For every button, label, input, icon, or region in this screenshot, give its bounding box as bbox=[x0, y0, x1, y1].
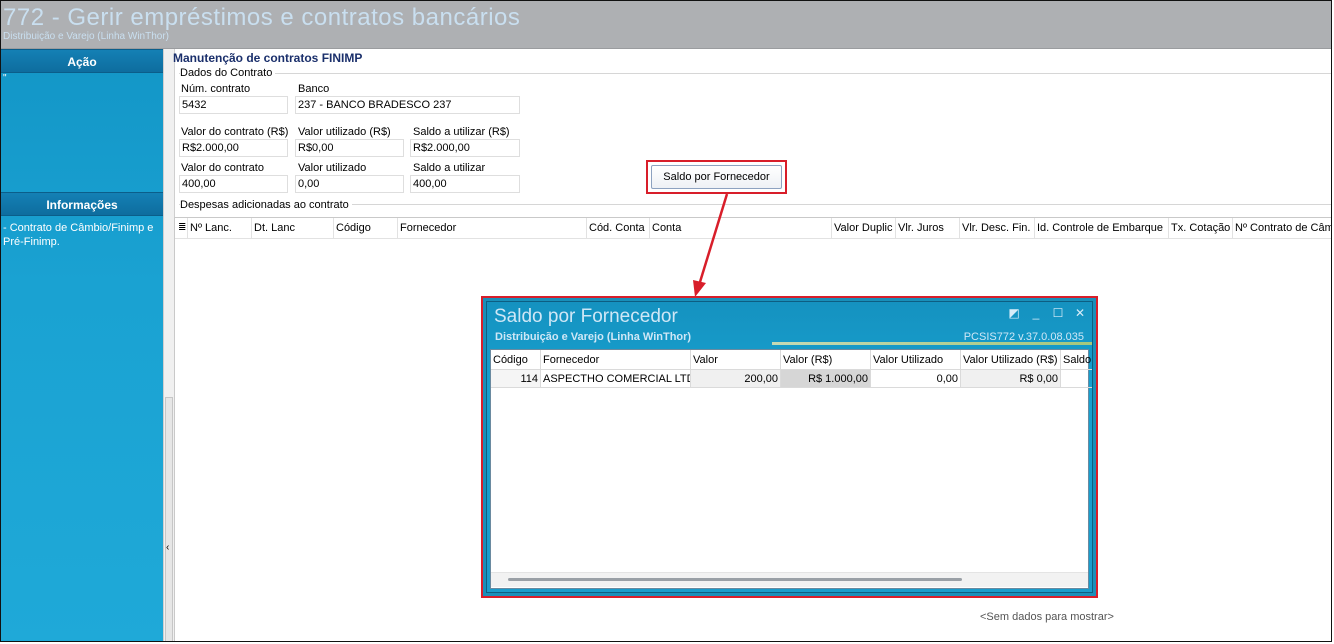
popup-grid[interactable]: Código Fornecedor Valor Valor (R$) Valor… bbox=[491, 350, 1092, 587]
valor-utilizado-rs-label: Valor utilizado (R$) bbox=[298, 126, 391, 138]
num-contrato-label: Núm. contrato bbox=[181, 83, 251, 95]
col-codigo[interactable]: Código bbox=[334, 218, 398, 238]
pp-col-saldo[interactable]: Saldo bbox=[1061, 350, 1092, 370]
app-window: 772 - Gerir empréstimos e contratos banc… bbox=[0, 0, 1332, 642]
table-cell[interactable] bbox=[1061, 370, 1092, 388]
close-icon[interactable]: ✕ bbox=[1073, 306, 1087, 320]
table-cell[interactable]: 0,00 bbox=[871, 370, 961, 388]
popup-highlight: Saldo por Fornecedor Distribuição e Vare… bbox=[481, 296, 1098, 598]
title-bar: 772 - Gerir empréstimos e contratos banc… bbox=[1, 1, 1331, 49]
valor-contrato-rs-field[interactable]: R$2.000,00 bbox=[179, 139, 288, 157]
saldo-popup-window: Saldo por Fornecedor Distribuição e Vare… bbox=[486, 301, 1093, 593]
col-fornecedor[interactable]: Fornecedor bbox=[398, 218, 587, 238]
pp-col-codigo[interactable]: Código bbox=[491, 350, 541, 370]
table-cell[interactable]: ASPECTHO COMERCIAL LTDA bbox=[541, 370, 691, 388]
group-divider bbox=[179, 204, 1331, 205]
col-conta[interactable]: Conta bbox=[650, 218, 832, 238]
table-cell[interactable]: 114 bbox=[491, 370, 541, 388]
col-vlr-desc-fin[interactable]: Vlr. Desc. Fin. bbox=[960, 218, 1035, 238]
col-num-lanc[interactable]: Nº Lanc. bbox=[188, 218, 252, 238]
col-vlr-juros[interactable]: Vlr. Juros bbox=[896, 218, 960, 238]
popup-stripe bbox=[772, 342, 1092, 345]
table-cell[interactable]: R$ 0,00 bbox=[961, 370, 1061, 388]
saldo-button-highlight: Saldo por Fornecedor bbox=[646, 160, 787, 194]
maximize-icon[interactable]: ☐ bbox=[1051, 306, 1065, 320]
col-num-contrato-cambio[interactable]: Nº Contrato de Câmbio bbox=[1233, 218, 1331, 238]
pp-col-valor-utilizado-rs[interactable]: Valor Utilizado (R$) bbox=[961, 350, 1061, 370]
col-valor-duplic[interactable]: Valor Duplic bbox=[832, 218, 896, 238]
horizontal-scrollbar-thumb[interactable] bbox=[508, 578, 962, 581]
grid-menu-icon[interactable]: ≣ bbox=[175, 218, 188, 238]
saldo-por-fornecedor-button[interactable]: Saldo por Fornecedor bbox=[651, 165, 782, 189]
sidebar-info-text: - Contrato de Câmbio/Finimp e Pré-Finimp… bbox=[3, 222, 154, 248]
page-title: Manutenção de contratos FINIMP bbox=[173, 51, 363, 65]
popup-title: Saldo por Fornecedor bbox=[494, 306, 678, 327]
window-title: 772 - Gerir empréstimos e contratos banc… bbox=[3, 4, 521, 31]
group-divider bbox=[179, 73, 1331, 74]
popup-grid-container: Código Fornecedor Valor Valor (R$) Valor… bbox=[490, 349, 1092, 589]
dados-group-label: Dados do Contrato bbox=[180, 67, 276, 79]
pp-col-valor-utilizado[interactable]: Valor Utilizado bbox=[871, 350, 961, 370]
banco-field[interactable]: 237 - BANCO BRADESCO 237 bbox=[295, 96, 520, 114]
sidebar-info-header[interactable]: Informações bbox=[1, 192, 163, 216]
no-data-message: <Sem dados para mostrar> bbox=[980, 611, 1114, 623]
valor-contrato-rs-label: Valor do contrato (R$) bbox=[181, 126, 289, 138]
col-dt-lanc[interactable]: Dt. Lanc bbox=[252, 218, 334, 238]
col-id-controle-embarque[interactable]: Id. Controle de Embarque bbox=[1035, 218, 1169, 238]
popup-subtitle: Distribuição e Varejo (Linha WinThor) bbox=[495, 331, 692, 343]
saldo-utilizar-label: Saldo a utilizar bbox=[413, 162, 486, 174]
sidebar-acao-mark: " bbox=[3, 73, 7, 84]
saldo-utilizar-rs-field[interactable]: R$2.000,00 bbox=[410, 139, 520, 157]
splitter-scrollbar[interactable] bbox=[165, 397, 173, 641]
valor-utilizado-rs-field[interactable]: R$0,00 bbox=[295, 139, 404, 157]
collapse-arrow-icon[interactable]: ‹ bbox=[166, 542, 169, 553]
despesas-group-label: Despesas adicionadas ao contrato bbox=[180, 199, 352, 211]
table-cell[interactable]: 200,00 bbox=[691, 370, 781, 388]
table-cell[interactable]: R$ 1.000,00 bbox=[781, 370, 871, 388]
grid-header: ≣ Nº Lanc. Dt. Lanc Código Fornecedor Có… bbox=[175, 218, 1331, 239]
restore-icon[interactable]: ◩ bbox=[1007, 306, 1021, 320]
pp-col-fornecedor[interactable]: Fornecedor bbox=[541, 350, 691, 370]
valor-contrato-field[interactable]: 400,00 bbox=[179, 175, 288, 193]
saldo-utilizar-rs-label: Saldo a utilizar (R$) bbox=[413, 126, 510, 138]
pp-col-valor-rs[interactable]: Valor (R$) bbox=[781, 350, 871, 370]
sidebar-acao-header[interactable]: Ação bbox=[1, 49, 163, 73]
col-tx-cotacao[interactable]: Tx. Cotação bbox=[1169, 218, 1233, 238]
window-subtitle: Distribuição e Varejo (Linha WinThor) bbox=[3, 31, 169, 42]
sidebar: Ação " Informações - Contrato de Câmbio/… bbox=[1, 49, 163, 641]
valor-utilizado-label: Valor utilizado bbox=[298, 162, 367, 174]
minimize-icon[interactable]: _ bbox=[1029, 306, 1043, 320]
valor-utilizado-field[interactable]: 0,00 bbox=[295, 175, 404, 193]
col-cod-conta[interactable]: Cód. Conta bbox=[587, 218, 650, 238]
saldo-utilizar-field[interactable]: 400,00 bbox=[410, 175, 520, 193]
valor-contrato-label: Valor do contrato bbox=[181, 162, 264, 174]
banco-label: Banco bbox=[298, 83, 330, 95]
pp-col-valor[interactable]: Valor bbox=[691, 350, 781, 370]
num-contrato-field[interactable]: 5432 bbox=[179, 96, 288, 114]
